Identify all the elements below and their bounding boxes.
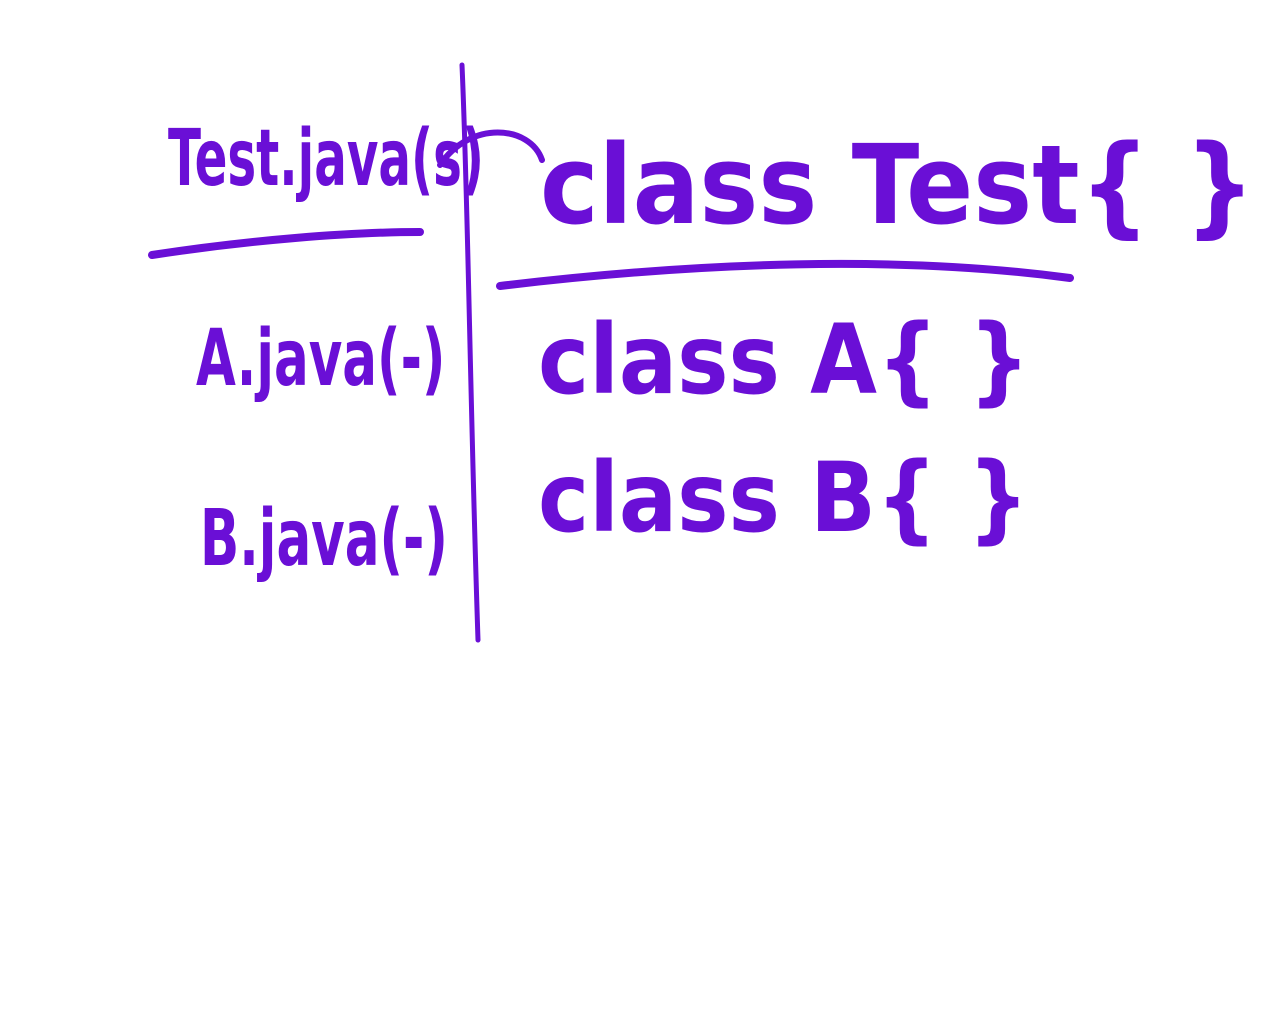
right-header-underline xyxy=(496,259,1074,290)
a-java-file-label: A.java(-) xyxy=(196,314,446,404)
class-test-declaration: class Test{ } xyxy=(540,121,1255,249)
test-java-file-label: Test.java(s) xyxy=(168,114,484,204)
class-a-declaration: class A{ } xyxy=(538,304,1031,416)
b-java-file-label: B.java(-) xyxy=(200,494,448,584)
class-b-declaration: class B{ } xyxy=(538,442,1030,554)
whiteboard-canvas: Test.java(s) A.java(-) B.java(-) class T… xyxy=(0,0,1280,1024)
left-header-underline xyxy=(148,228,424,259)
